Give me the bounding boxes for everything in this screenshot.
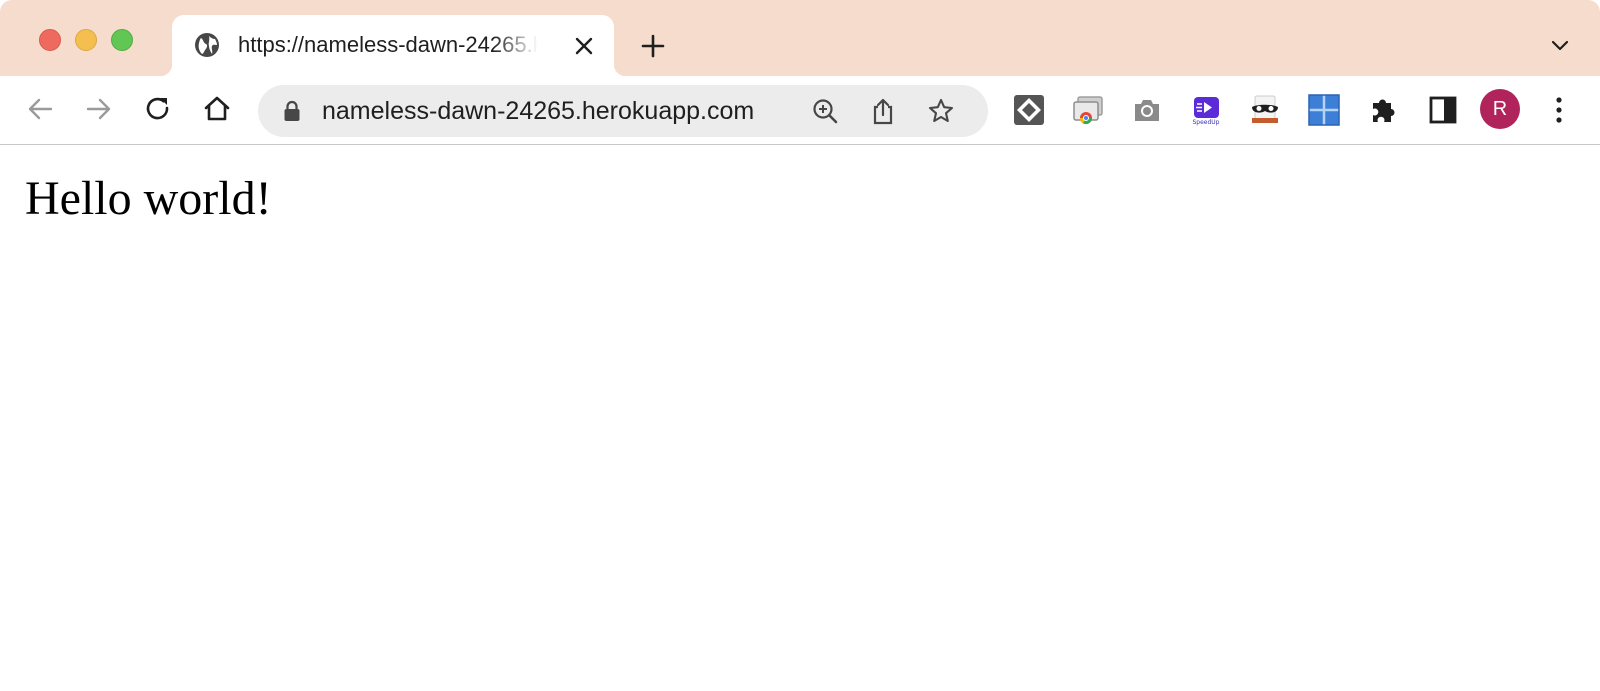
bookmark-button[interactable] (927, 97, 955, 125)
star-icon (928, 98, 954, 123)
screen-cast-extension-icon[interactable] (1072, 94, 1104, 126)
close-window-button[interactable] (39, 29, 61, 51)
reload-button[interactable] (142, 93, 174, 125)
toolbar: nameless-dawn-24265.herokuapp.com SpeedU… (0, 76, 1600, 145)
page-content: Hello world! (0, 145, 1600, 691)
speedup-extension-icon[interactable]: SpeedUp (1190, 94, 1222, 126)
code-extension-icon[interactable] (1013, 94, 1045, 126)
camera-extension-icon[interactable] (1131, 94, 1163, 126)
lock-icon[interactable] (283, 100, 301, 122)
chevron-down-icon[interactable] (1549, 36, 1571, 56)
mask-extension-icon[interactable] (1249, 94, 1281, 126)
grid-extension-icon[interactable] (1308, 94, 1340, 126)
browser-window: https://nameless-dawn-24265.herokuapp.co… (0, 0, 1600, 691)
close-tab-icon[interactable] (574, 36, 594, 56)
arrow-left-icon (28, 98, 53, 120)
tab-title: https://nameless-dawn-24265.herokuapp.co… (238, 32, 538, 57)
more-menu-icon[interactable] (1543, 94, 1575, 126)
minimize-window-button[interactable] (75, 29, 97, 51)
url-text[interactable]: nameless-dawn-24265.herokuapp.com (322, 96, 754, 126)
svg-text:SpeedUp: SpeedUp (1192, 119, 1219, 126)
home-button[interactable] (201, 93, 233, 125)
arrow-right-icon (86, 98, 111, 120)
back-button[interactable] (24, 93, 56, 125)
reload-icon (146, 97, 169, 120)
share-button[interactable] (869, 97, 897, 125)
home-icon (204, 96, 230, 121)
globe-icon (195, 33, 219, 57)
forward-button[interactable] (83, 93, 115, 125)
maximize-window-button[interactable] (111, 29, 133, 51)
tab-strip: https://nameless-dawn-24265.herokuapp.co… (0, 0, 1600, 76)
zoom-button[interactable] (811, 97, 839, 125)
active-tab[interactable]: https://nameless-dawn-24265.herokuapp.co… (160, 15, 626, 76)
profile-avatar[interactable]: R (1480, 89, 1520, 129)
zoom-in-icon (813, 99, 838, 124)
new-tab-icon[interactable] (640, 33, 666, 59)
address-bar[interactable]: nameless-dawn-24265.herokuapp.com (258, 85, 988, 137)
side-panel-icon[interactable] (1427, 94, 1459, 126)
share-icon (873, 98, 893, 125)
page-heading: Hello world! (25, 172, 272, 225)
puzzle-icon[interactable] (1367, 94, 1399, 126)
